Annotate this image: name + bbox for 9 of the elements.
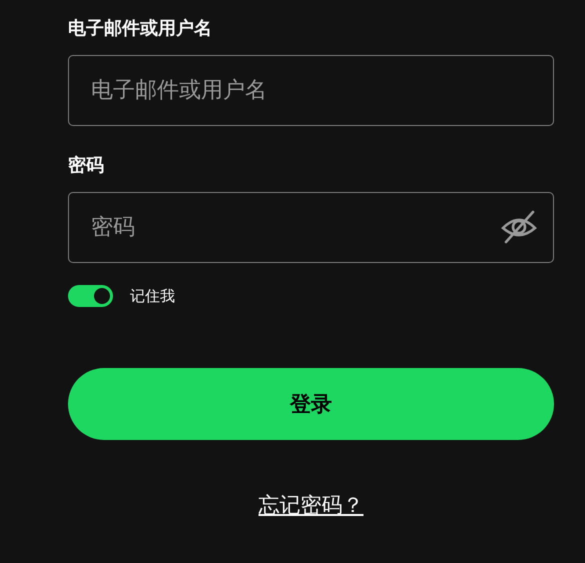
toggle-label: 记住我: [130, 286, 175, 306]
forgot-password-link[interactable]: 忘记密码？: [258, 491, 364, 519]
field-label: 密码: [68, 154, 104, 178]
eye-slash-icon[interactable]: [500, 210, 538, 244]
input-field[interactable]: 电子邮件或用户名: [68, 55, 554, 126]
password-field[interactable]: 密码: [68, 192, 554, 263]
toggle-switch[interactable]: [68, 285, 113, 307]
login-button[interactable]: 登录: [68, 368, 554, 440]
field-label: 电子邮件或用户名: [68, 17, 212, 41]
